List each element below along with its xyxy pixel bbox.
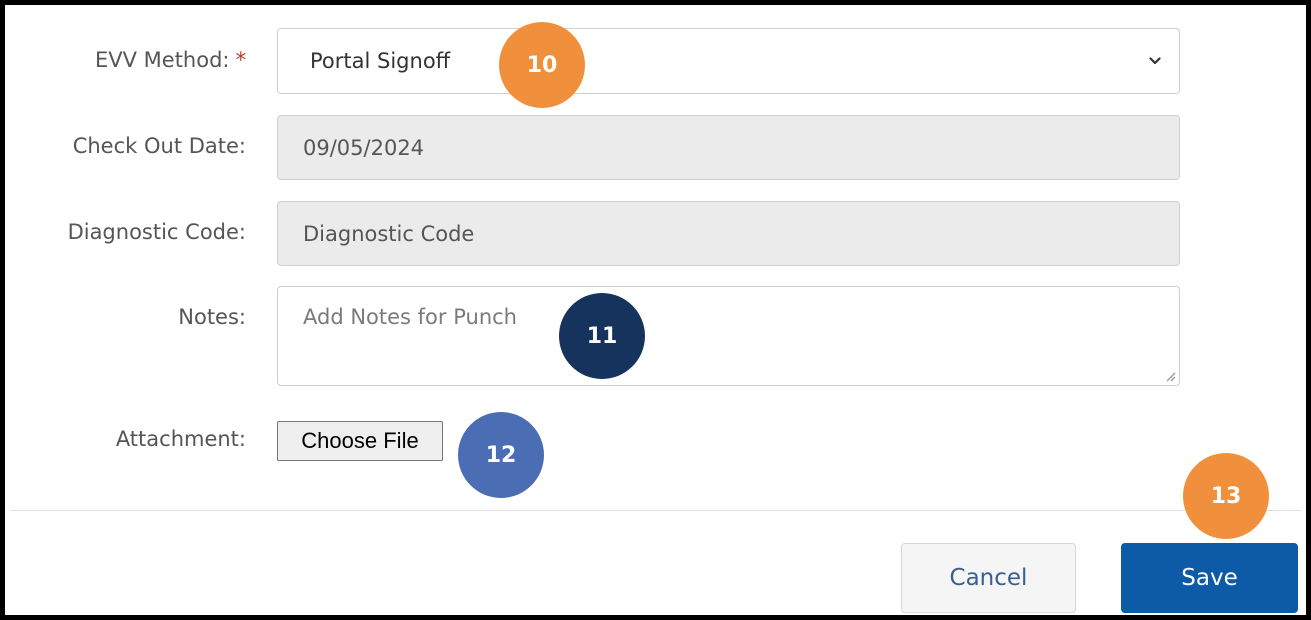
notes-label: Notes: (178, 305, 246, 329)
diagnostic-code-field: Diagnostic Code (277, 201, 1180, 266)
callout-badge-10: 10 (499, 22, 585, 108)
evv-method-selected-value: Portal Signoff (310, 49, 451, 73)
notes-textarea[interactable]: Add Notes for Punch (277, 286, 1180, 386)
callout-badge-12: 12 (458, 412, 544, 498)
footer-divider (10, 510, 1301, 511)
cancel-button[interactable]: Cancel (901, 543, 1076, 613)
diagnostic-code-label: Diagnostic Code: (67, 220, 246, 244)
required-asterisk: * (235, 48, 247, 72)
callout-badge-11: 11 (559, 293, 645, 379)
check-out-date-label: Check Out Date: (72, 134, 246, 158)
check-out-date-field: 09/05/2024 (277, 115, 1180, 180)
notes-placeholder: Add Notes for Punch (303, 305, 517, 329)
evv-method-label: EVV Method: * (94, 48, 247, 72)
choose-file-button[interactable]: Choose File (277, 421, 443, 461)
attachment-label: Attachment: (115, 427, 246, 451)
chevron-down-icon (1149, 57, 1161, 65)
resize-grip-icon[interactable] (1162, 368, 1176, 382)
check-out-date-value: 09/05/2024 (303, 135, 425, 160)
diagnostic-code-placeholder: Diagnostic Code (303, 221, 475, 246)
edit-punch-dialog: EVV Method: * Portal Signoff Check Out Da… (0, 0, 1311, 620)
callout-badge-13: 13 (1183, 453, 1269, 539)
save-button[interactable]: Save (1121, 543, 1298, 613)
evv-method-select[interactable]: Portal Signoff (277, 28, 1180, 94)
